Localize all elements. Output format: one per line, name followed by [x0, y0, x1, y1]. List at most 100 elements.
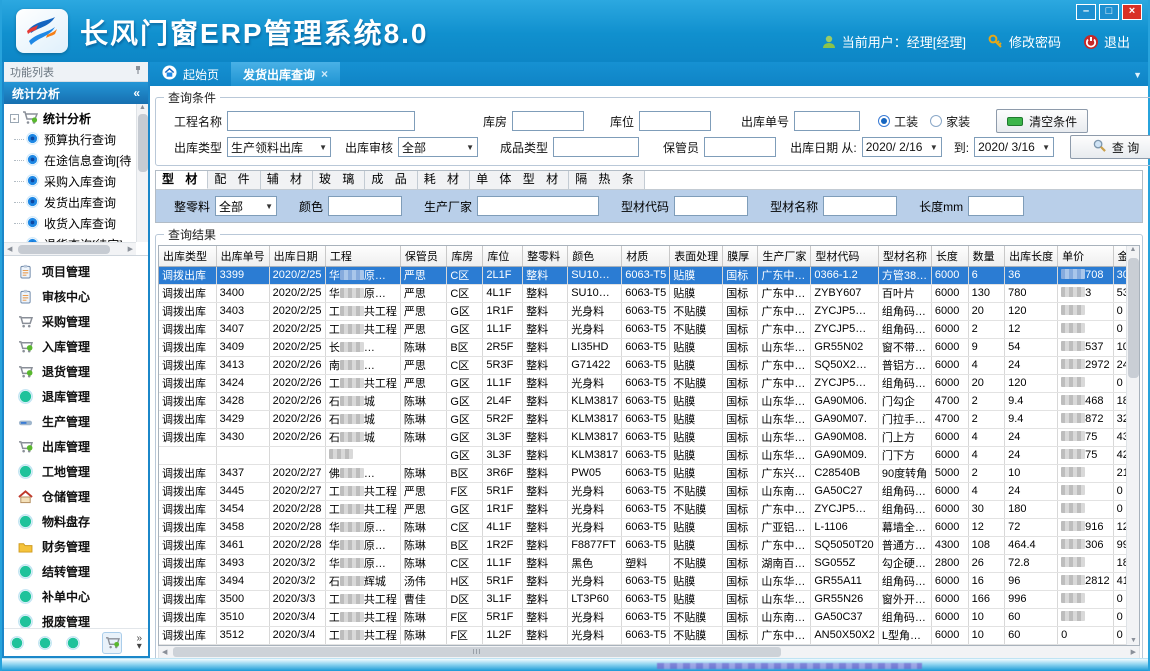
change-password-button[interactable]: 修改密码	[988, 32, 1061, 51]
table-row[interactable]: 调拨出库34292020/2/26石城陈琳G区5R2F整料KLM38176063…	[159, 410, 1139, 428]
table-row[interactable]: 调拨出库34302020/2/26石城陈琳G区3L3F整料KLM38176063…	[159, 428, 1139, 446]
sidebar-item-12[interactable]: 结转管理	[4, 559, 148, 584]
order-no-input[interactable]	[794, 111, 860, 131]
tree-vertical-scrollbar[interactable]: ▲	[136, 104, 148, 242]
material-tab-0[interactable]: 型 材	[156, 171, 208, 189]
date-to-select[interactable]: 2020/ 3/16▼	[974, 137, 1054, 157]
length-input[interactable]	[968, 196, 1024, 216]
pin-icon[interactable]	[134, 65, 142, 78]
tree-root[interactable]: - 统计分析	[10, 108, 146, 129]
table-row[interactable]: 调拨出库33992020/2/25华原…严思C区2L1F整料SU10…6063-…	[159, 266, 1139, 284]
table-row[interactable]: 调拨出库35122020/3/4工共工程陈琳F区1L2F整料光身料6063-T5…	[159, 626, 1139, 644]
sidebar-item-11[interactable]: 财务管理	[4, 534, 148, 559]
table-row[interactable]: 调拨出库34132020/2/26南…严思C区5R3F整料G714226063-…	[159, 356, 1139, 374]
column-header-14[interactable]: 型材名称	[878, 246, 931, 266]
tree-item-1[interactable]: 在途信息查询[待	[10, 150, 146, 171]
sidebar-item-9[interactable]: 仓储管理	[4, 484, 148, 509]
table-row[interactable]: 调拨出库34612020/2/28华原…陈琳B区1R2F整料F8877FT606…	[159, 536, 1139, 554]
material-tab-2[interactable]: 辅 材	[261, 171, 313, 189]
location-input[interactable]	[639, 111, 711, 131]
column-header-11[interactable]: 膜厚	[723, 246, 758, 266]
column-header-0[interactable]: 出库类型	[159, 246, 216, 266]
logout-button[interactable]: 退出	[1083, 32, 1130, 51]
material-tab-1[interactable]: 配 件	[208, 171, 260, 189]
table-row[interactable]: 调拨出库34932020/3/2华原…陈琳C区1L1F整料黑色塑料不贴膜国标湖南…	[159, 554, 1139, 572]
cart-button[interactable]	[102, 632, 122, 654]
project-name-input[interactable]	[227, 111, 415, 131]
whole-part-select[interactable]: 全部▼	[215, 196, 277, 216]
clear-conditions-button[interactable]: 清空条件	[996, 109, 1088, 133]
tree-item-0[interactable]: 预算执行查询	[10, 129, 146, 150]
minimize-button[interactable]: –	[1076, 4, 1096, 20]
audit-select[interactable]: 全部▼	[398, 137, 478, 157]
sidebar-item-5[interactable]: 退库管理	[4, 384, 148, 409]
sidebar-item-0[interactable]: 项目管理	[4, 259, 148, 284]
column-header-13[interactable]: 型材代码	[811, 246, 879, 266]
material-tab-4[interactable]: 成 品	[365, 171, 417, 189]
column-header-3[interactable]: 工程	[325, 246, 400, 266]
column-header-5[interactable]: 库房	[447, 246, 483, 266]
sidebar-item-4[interactable]: 退货管理	[4, 359, 148, 384]
horizontal-scrollbar[interactable]: ◀ ▶	[158, 646, 1140, 659]
table-row[interactable]: 调拨出库35002020/3/3工共工程曹佳D区3L1F整料LT3P606063…	[159, 590, 1139, 608]
tab-close-icon[interactable]: ×	[321, 67, 328, 81]
sidebar-group-header[interactable]: 统计分析 «	[4, 82, 148, 104]
tabstrip-caret-icon[interactable]: ▼	[1133, 70, 1142, 80]
material-tab-3[interactable]: 玻 璃	[313, 171, 365, 189]
dot-icon[interactable]	[66, 636, 80, 650]
tree-item-2[interactable]: 采购入库查询	[10, 171, 146, 192]
sidebar-item-13[interactable]: 补单中心	[4, 584, 148, 609]
table-row[interactable]: 调拨出库34072020/2/25工共工程严思G区1L1F整料光身料6063-T…	[159, 320, 1139, 338]
column-header-8[interactable]: 颜色	[568, 246, 622, 266]
material-tab-6[interactable]: 单 体 型 材	[470, 171, 569, 189]
out-type-select[interactable]: 生产领料出库▼	[227, 137, 331, 157]
table-row[interactable]: 调拨出库34092020/2/25长…陈琳B区2R5F整料LI35HD6063-…	[159, 338, 1139, 356]
table-row[interactable]: 调拨出库34002020/2/25华原…严思C区4L1F整料SU10…6063-…	[159, 284, 1139, 302]
column-header-4[interactable]: 保管员	[400, 246, 446, 266]
maximize-button[interactable]: □	[1099, 4, 1119, 20]
tree-item-4[interactable]: 收货入库查询	[10, 213, 146, 234]
tree-item-6[interactable]: 退库管理[待定	[10, 255, 146, 256]
column-header-18[interactable]: 单价	[1058, 246, 1113, 266]
column-header-7[interactable]: 整零料	[523, 246, 568, 266]
column-header-17[interactable]: 出库长度	[1005, 246, 1058, 266]
table-row[interactable]: 调拨出库34032020/2/25工共工程严思G区1R1F整料光身料6063-T…	[159, 302, 1139, 320]
column-header-9[interactable]: 材质	[622, 246, 670, 266]
profile-name-input[interactable]	[823, 196, 897, 216]
table-row[interactable]: 调拨出库34242020/2/26工共工程严思G区1L1F整料光身料6063-T…	[159, 374, 1139, 392]
search-button[interactable]: 查 询	[1070, 135, 1150, 159]
tree-item-3[interactable]: 发货出库查询	[10, 192, 146, 213]
date-from-select[interactable]: 2020/ 2/16▼	[862, 137, 942, 157]
table-row[interactable]: 调拨出库34282020/2/26石城陈琳G区2L4F整料KLM38176063…	[159, 392, 1139, 410]
sidebar-item-7[interactable]: 出库管理	[4, 434, 148, 459]
column-header-6[interactable]: 库位	[483, 246, 523, 266]
column-header-15[interactable]: 长度	[931, 246, 968, 266]
sidebar-item-10[interactable]: 物料盘存	[4, 509, 148, 534]
table-row[interactable]: 调拨出库34452020/2/27工共工程严思F区5R1F整料光身料6063-T…	[159, 482, 1139, 500]
column-header-16[interactable]: 数量	[968, 246, 1004, 266]
maker-input[interactable]	[477, 196, 599, 216]
vertical-scrollbar[interactable]: ▲▼	[1126, 246, 1139, 645]
sidebar-item-6[interactable]: 生产管理	[4, 409, 148, 434]
table-row[interactable]: 调拨出库34582020/2/28华原…陈琳C区4L1F整料光身料6063-T5…	[159, 518, 1139, 536]
overflow-chevron-icon[interactable]: »▾	[136, 635, 142, 651]
expander-icon[interactable]: -	[10, 114, 19, 123]
table-row[interactable]: 调拨出库34942020/3/2石辉城汤伟H区5R1F整料光身料6063-T5贴…	[159, 572, 1139, 590]
sidebar-item-8[interactable]: 工地管理	[4, 459, 148, 484]
column-header-12[interactable]: 生产厂家	[758, 246, 811, 266]
warehouse-input[interactable]	[512, 111, 584, 131]
color-input[interactable]	[328, 196, 402, 216]
keeper-input[interactable]	[704, 137, 776, 157]
table-row[interactable]: 调拨出库34372020/2/27佛…陈琳B区3R6F整料PW056063-T5…	[159, 464, 1139, 482]
close-button[interactable]: ×	[1122, 4, 1142, 20]
table-row[interactable]: 调拨出库35102020/3/4工共工程陈琳F区5R1F整料光身料6063-T5…	[159, 608, 1139, 626]
collapse-icon[interactable]: «	[133, 86, 140, 100]
sidebar-item-3[interactable]: 入库管理	[4, 334, 148, 359]
product-type-input[interactable]	[553, 137, 639, 157]
column-header-2[interactable]: 出库日期	[269, 246, 325, 266]
material-tab-5[interactable]: 耗 材	[418, 171, 470, 189]
radio-jiazhuang[interactable]: 家装	[930, 113, 970, 130]
tab-active[interactable]: 发货出库查询 ×	[231, 62, 340, 86]
sidebar-item-14[interactable]: 报废管理	[4, 609, 148, 628]
dot-icon[interactable]	[10, 636, 24, 650]
